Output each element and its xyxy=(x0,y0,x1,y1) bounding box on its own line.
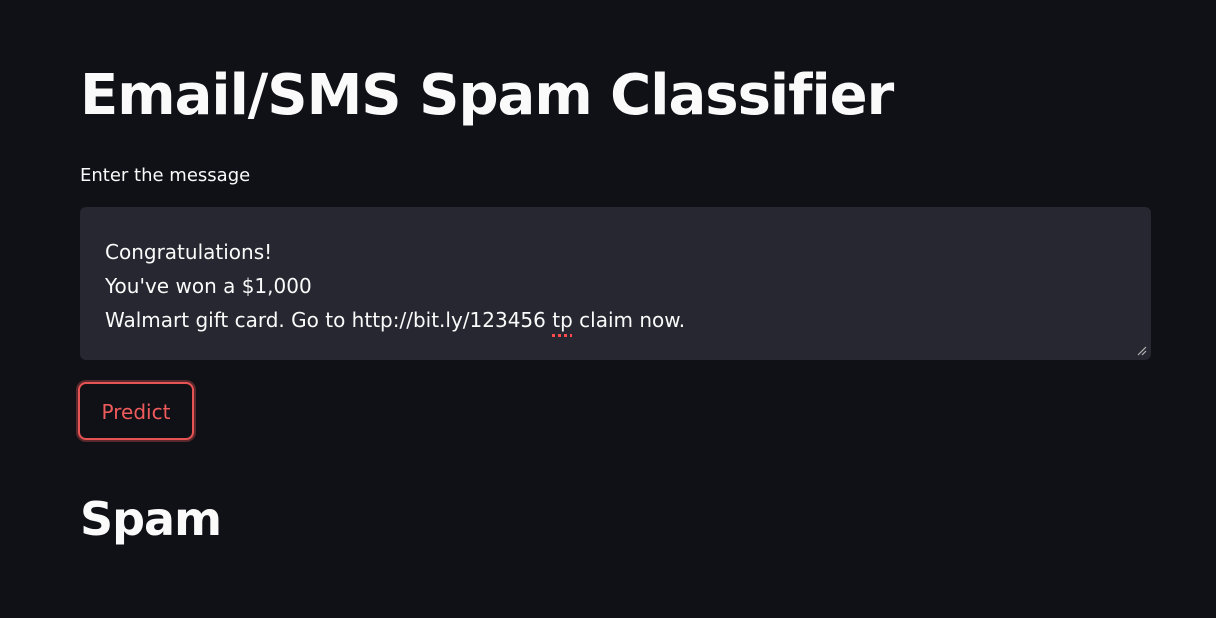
message-text[interactable]: Congratulations! You've won a $1,000 Wal… xyxy=(105,235,1131,337)
predict-button[interactable]: Predict xyxy=(78,382,194,440)
misspelled-word: tp xyxy=(552,308,573,332)
page-title: Email/SMS Spam Classifier xyxy=(80,63,894,128)
resize-handle-icon[interactable] xyxy=(1135,344,1147,356)
prediction-result: Spam xyxy=(80,492,222,546)
message-text-after: claim now. xyxy=(572,308,686,332)
message-text-before: Congratulations! You've won a $1,000 Wal… xyxy=(105,240,546,332)
message-textarea[interactable]: Congratulations! You've won a $1,000 Wal… xyxy=(80,207,1151,360)
message-label: Enter the message xyxy=(80,165,251,186)
streamlit-app: Email/SMS Spam Classifier Enter the mess… xyxy=(0,0,1216,618)
